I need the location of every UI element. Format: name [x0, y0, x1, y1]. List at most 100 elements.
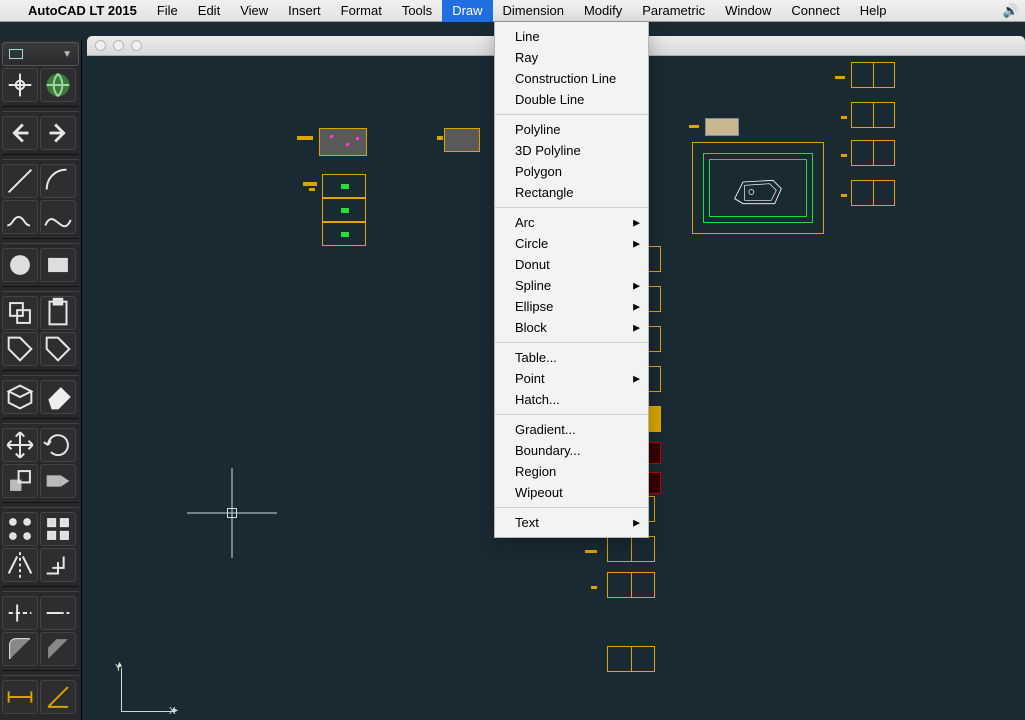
- dd-circle[interactable]: Circle: [495, 233, 648, 254]
- tool-snap-center[interactable]: [2, 68, 38, 102]
- menu-dimension[interactable]: Dimension: [493, 0, 574, 22]
- dd-spline[interactable]: Spline: [495, 275, 648, 296]
- menu-file[interactable]: File: [147, 0, 188, 22]
- tool-rotate[interactable]: [40, 428, 76, 462]
- menu-format[interactable]: Format: [331, 0, 392, 22]
- tool-separator: [2, 286, 79, 292]
- canvas-thumb: [322, 222, 366, 246]
- menu-tools[interactable]: Tools: [392, 0, 442, 22]
- dd-gradient[interactable]: Gradient...: [495, 419, 648, 440]
- tool-move[interactable]: [2, 428, 38, 462]
- tool-block[interactable]: [2, 380, 38, 414]
- tool-dim-angular[interactable]: [40, 680, 76, 714]
- draw-dropdown: Line Ray Construction Line Double Line P…: [494, 22, 649, 538]
- tool-chamfer[interactable]: [40, 632, 76, 666]
- tool-dim-linear[interactable]: [2, 680, 38, 714]
- dd-separator: [495, 207, 648, 208]
- tool-header[interactable]: ▼: [2, 42, 79, 66]
- chevron-down-icon: ▼: [62, 49, 72, 60]
- menu-draw[interactable]: Draw: [442, 0, 492, 22]
- tool-redo[interactable]: [40, 116, 76, 150]
- menu-help[interactable]: Help: [850, 0, 897, 22]
- tool-circle[interactable]: [2, 248, 38, 282]
- tool-scale[interactable]: [2, 464, 38, 498]
- canvas-mark: [841, 116, 847, 119]
- dd-block[interactable]: Block: [495, 317, 648, 338]
- canvas-thumb: [851, 180, 895, 206]
- dd-boundary[interactable]: Boundary...: [495, 440, 648, 461]
- dd-ellipse[interactable]: Ellipse: [495, 296, 648, 317]
- menu-parametric[interactable]: Parametric: [632, 0, 715, 22]
- dd-arc[interactable]: Arc: [495, 212, 648, 233]
- tool-grid-array[interactable]: [40, 512, 76, 546]
- dd-polyline[interactable]: Polyline: [495, 119, 648, 140]
- tool-globe[interactable]: [40, 68, 76, 102]
- menu-view[interactable]: View: [230, 0, 278, 22]
- menu-connect[interactable]: Connect: [781, 0, 849, 22]
- menu-edit[interactable]: Edit: [188, 0, 230, 22]
- tool-paste[interactable]: [40, 296, 76, 330]
- dd-table[interactable]: Table...: [495, 347, 648, 368]
- menu-modify[interactable]: Modify: [574, 0, 632, 22]
- canvas-mark: [303, 182, 317, 186]
- close-window-icon[interactable]: [95, 40, 106, 51]
- tool-polyline[interactable]: [2, 200, 38, 234]
- dd-construction-line[interactable]: Construction Line: [495, 68, 648, 89]
- dd-ray[interactable]: Ray: [495, 47, 648, 68]
- dd-3d-polyline[interactable]: 3D Polyline: [495, 140, 648, 161]
- tool-edit-tag[interactable]: [40, 332, 76, 366]
- layer-swatch-icon: [9, 49, 23, 59]
- ucs-icon: Y X ▸ ▴: [101, 654, 191, 714]
- canvas-mark: [591, 586, 597, 589]
- tool-copy[interactable]: [2, 296, 38, 330]
- canvas-thumb: [851, 102, 895, 128]
- minimize-window-icon[interactable]: [113, 40, 124, 51]
- canvas-image-thumb: [705, 118, 739, 136]
- tool-array[interactable]: [2, 512, 38, 546]
- canvas-thumb: [647, 442, 661, 464]
- dd-hatch[interactable]: Hatch...: [495, 389, 648, 410]
- menu-window[interactable]: Window: [715, 0, 781, 22]
- speaker-icon[interactable]: 🔊: [1003, 3, 1019, 19]
- tool-rectangle[interactable]: [40, 248, 76, 282]
- tool-erase[interactable]: [40, 380, 76, 414]
- dd-region[interactable]: Region: [495, 461, 648, 482]
- canvas-mark: [689, 125, 699, 128]
- dd-donut[interactable]: Donut: [495, 254, 648, 275]
- app-name[interactable]: AutoCAD LT 2015: [18, 3, 147, 18]
- menu-insert[interactable]: Insert: [278, 0, 331, 22]
- tool-separator: [2, 106, 79, 112]
- canvas-mark: [841, 154, 847, 157]
- tool-offset[interactable]: [40, 548, 76, 582]
- tool-separator: [2, 154, 79, 160]
- canvas-mark: [585, 550, 597, 553]
- tool-extend[interactable]: [40, 596, 76, 630]
- tool-trim[interactable]: [2, 596, 38, 630]
- tool-separator: [2, 238, 79, 244]
- zoom-window-icon[interactable]: [131, 40, 142, 51]
- canvas-mark: [297, 136, 313, 140]
- tool-spline[interactable]: [40, 200, 76, 234]
- dd-wipeout[interactable]: Wipeout: [495, 482, 648, 503]
- dd-polygon[interactable]: Polygon: [495, 161, 648, 182]
- canvas-mark: [841, 194, 847, 197]
- tool-line[interactable]: [2, 164, 38, 198]
- tool-fillet[interactable]: [2, 632, 38, 666]
- left-toolbox: ▼: [0, 40, 82, 720]
- dd-double-line[interactable]: Double Line: [495, 89, 648, 110]
- tool-arc[interactable]: [40, 164, 76, 198]
- tool-separator: [2, 418, 79, 424]
- canvas-mark: [437, 136, 443, 140]
- tool-stretch[interactable]: [40, 464, 76, 498]
- tool-undo[interactable]: [2, 116, 38, 150]
- tool-mirror[interactable]: [2, 548, 38, 582]
- tool-separator: [2, 370, 79, 376]
- dd-point[interactable]: Point: [495, 368, 648, 389]
- dd-line[interactable]: Line: [495, 26, 648, 47]
- canvas-thumb: [319, 128, 367, 156]
- canvas-thumb: [647, 286, 661, 312]
- canvas-mark: [309, 188, 315, 191]
- dd-rectangle[interactable]: Rectangle: [495, 182, 648, 203]
- dd-text[interactable]: Text: [495, 512, 648, 533]
- tool-tag[interactable]: [2, 332, 38, 366]
